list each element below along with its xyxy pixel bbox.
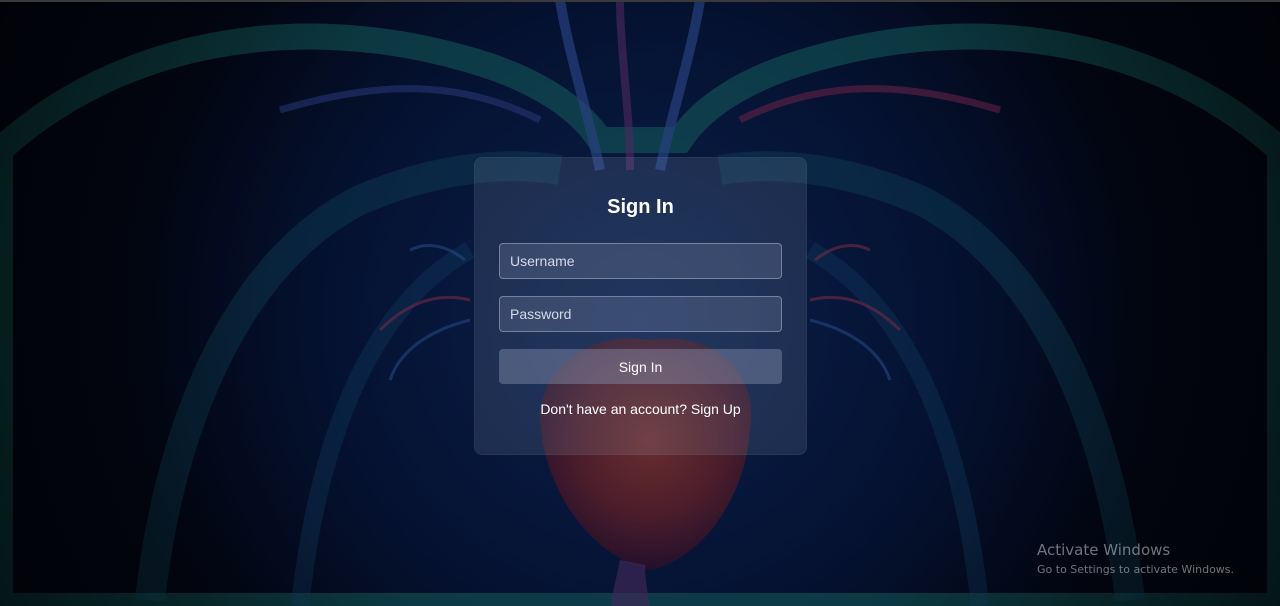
sign-in-card: Sign In Sign In Don't have an account? S… xyxy=(474,157,807,455)
login-page: Sign In Sign In Don't have an account? S… xyxy=(0,0,1280,606)
signup-prompt-text: Don't have an account? xyxy=(540,401,687,417)
activate-windows-watermark: Activate Windows Go to Settings to activ… xyxy=(1037,541,1234,577)
sign-up-link[interactable]: Sign Up xyxy=(691,401,741,417)
username-input[interactable] xyxy=(499,243,782,279)
window-top-border xyxy=(0,0,1280,2)
watermark-subtitle: Go to Settings to activate Windows. xyxy=(1037,563,1235,576)
password-input[interactable] xyxy=(499,296,782,332)
sign-in-button[interactable]: Sign In xyxy=(499,349,782,384)
sign-in-title: Sign In xyxy=(607,196,674,218)
watermark-title: Activate Windows xyxy=(1037,541,1171,559)
signup-prompt-row: Don't have an account? Sign Up xyxy=(474,400,807,418)
